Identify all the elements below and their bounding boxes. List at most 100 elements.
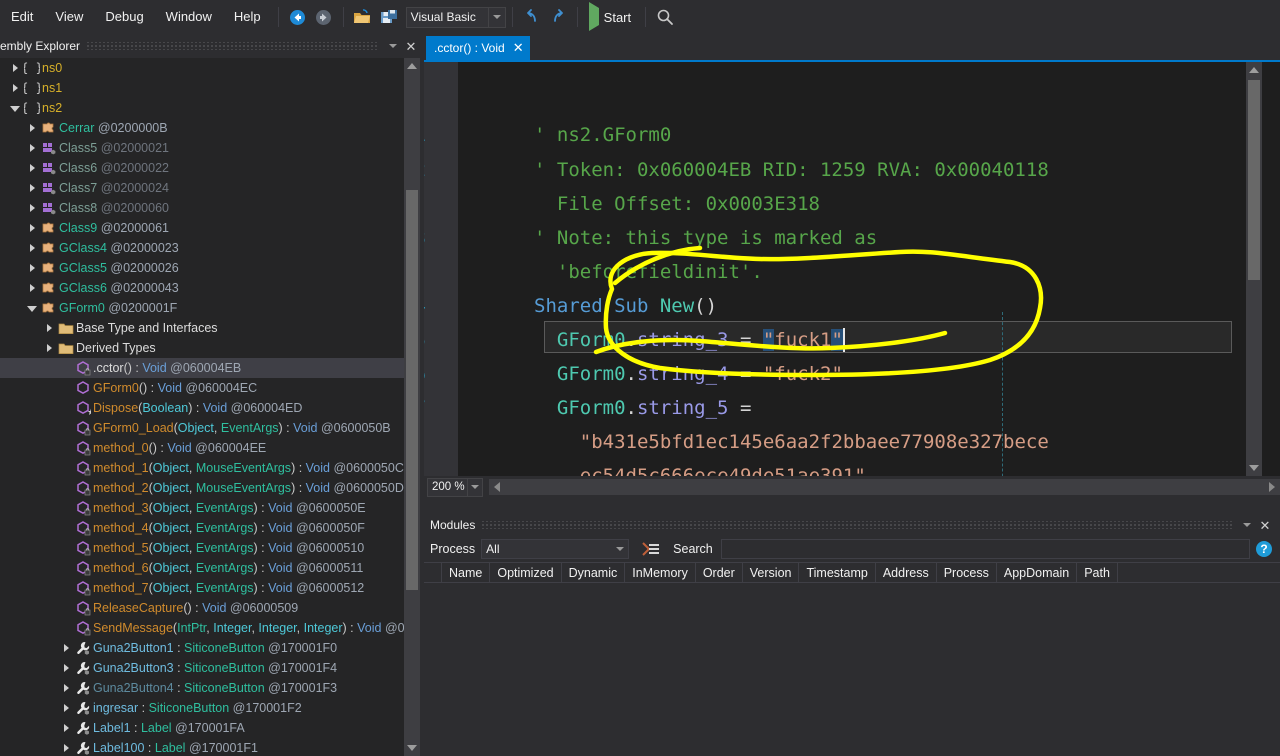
redo-icon[interactable] (545, 5, 571, 29)
tree-item[interactable]: { }ns1 (0, 78, 404, 98)
scroll-down-arrow-icon[interactable] (404, 740, 420, 756)
tree-item[interactable]: Class7 @02000024 (0, 178, 404, 198)
tree-item[interactable]: Label1 : Label @170001FA (0, 718, 404, 738)
tree-item[interactable]: SendMessage(IntPtr, Integer, Integer, In… (0, 618, 404, 638)
tree-item[interactable]: Class5 @02000021 (0, 138, 404, 158)
tree-item[interactable]: method_4(Object, EventArgs) : Void @0600… (0, 518, 404, 538)
column-header[interactable]: Path (1077, 563, 1118, 582)
expand-triangle-icon[interactable] (59, 644, 73, 652)
tab-cctor[interactable]: .cctor() : Void ✕ (426, 36, 530, 60)
language-combo[interactable]: Visual Basic (405, 6, 506, 28)
chevron-down-icon[interactable] (487, 7, 505, 27)
expand-triangle-icon[interactable] (25, 204, 39, 212)
tree-item[interactable]: method_3(Object, EventArgs) : Void @0600… (0, 498, 404, 518)
close-icon[interactable]: ✕ (513, 41, 524, 54)
assembly-tree[interactable]: { }ns0{ }ns1{ }ns2Cerrar @0200000BClass5… (0, 58, 404, 756)
expand-triangle-icon[interactable] (25, 284, 39, 292)
expand-triangle-icon[interactable] (59, 724, 73, 732)
scrollbar-thumb[interactable] (406, 190, 418, 590)
menu-item-window[interactable]: Window (155, 4, 223, 30)
tree-item[interactable]: Derived Types (0, 338, 404, 358)
tree-item[interactable]: GClass5 @02000026 (0, 258, 404, 278)
code-line[interactable]: GForm0. string_4 = "fuck2" (557, 357, 843, 391)
menu-item-debug[interactable]: Debug (94, 4, 154, 30)
tree-item[interactable]: ★Dispose(Boolean) : Void @060004ED (0, 398, 404, 418)
drag-grip[interactable] (86, 42, 378, 50)
forward-arrow-icon[interactable] (311, 5, 337, 29)
column-header[interactable]: Optimized (490, 563, 562, 582)
expand-triangle-icon[interactable] (25, 124, 39, 132)
tree-item[interactable]: GClass6 @02000043 (0, 278, 404, 298)
code-line[interactable]: GForm0. string_5 = (557, 391, 752, 425)
drag-grip[interactable] (481, 521, 1232, 529)
close-icon[interactable]: ✕ (1256, 516, 1274, 534)
chevron-down-icon[interactable] (384, 37, 402, 55)
expand-triangle-icon[interactable] (25, 224, 39, 232)
tree-item[interactable]: GForm0 @0200001F (0, 298, 404, 318)
show-modules-icon[interactable] (641, 541, 661, 557)
scroll-up-arrow-icon[interactable] (1246, 62, 1262, 78)
scroll-down-arrow-icon[interactable] (1246, 460, 1262, 476)
collapse-triangle-icon[interactable] (25, 304, 39, 312)
chevron-down-icon[interactable] (467, 478, 482, 496)
code-line[interactable]: "b431e5bfd1ec145e6aa2f2bbaee77908e327bec… (580, 425, 1049, 459)
column-header[interactable]: Dynamic (562, 563, 626, 582)
process-combo[interactable]: All (481, 539, 630, 559)
tree-item[interactable]: GClass4 @02000023 (0, 238, 404, 258)
collapse-triangle-icon[interactable] (8, 104, 22, 112)
column-header[interactable]: InMemory (625, 563, 696, 582)
undo-icon[interactable] (519, 5, 545, 29)
zoom-combo[interactable]: 200 % (427, 477, 483, 497)
search-input[interactable] (720, 539, 1250, 559)
expand-triangle-icon[interactable] (59, 684, 73, 692)
expand-triangle-icon[interactable] (59, 744, 73, 752)
column-header[interactable]: Process (937, 563, 997, 582)
menu-item-edit[interactable]: Edit (0, 4, 44, 30)
scrollbar-thumb[interactable] (1248, 80, 1260, 280)
save-all-icon[interactable] (376, 5, 402, 29)
help-icon[interactable]: ? (1256, 541, 1272, 557)
code-line[interactable]: File Offset: 0x0003E318 (557, 187, 820, 221)
code-line[interactable]: 'beforefieldinit'. (557, 255, 763, 289)
tree-item[interactable]: GForm0() : Void @060004EC (0, 378, 404, 398)
modules-grid-body[interactable] (424, 604, 1280, 756)
chevron-down-icon[interactable] (612, 540, 628, 558)
code-line[interactable]: Shared Sub New() (534, 289, 717, 323)
tree-item[interactable]: Class8 @02000060 (0, 198, 404, 218)
tree-item[interactable]: method_2(Object, MouseEventArgs) : Void … (0, 478, 404, 498)
menu-item-help[interactable]: Help (223, 4, 272, 30)
code-line[interactable]: ' Token: 0x060004EB RID: 1259 RVA: 0x000… (534, 153, 1049, 187)
tree-item[interactable]: method_1(Object, MouseEventArgs) : Void … (0, 458, 404, 478)
expand-triangle-icon[interactable] (25, 244, 39, 252)
close-icon[interactable]: ✕ (402, 37, 420, 55)
tree-item[interactable]: GForm0_Load(Object, EventArgs) : Void @0… (0, 418, 404, 438)
scroll-left-arrow-icon[interactable] (489, 479, 505, 495)
tree-item[interactable]: Base Type and Interfaces (0, 318, 404, 338)
tree-item[interactable]: method_0() : Void @060004EE (0, 438, 404, 458)
column-header[interactable]: Name (442, 563, 491, 582)
expand-triangle-icon[interactable] (25, 144, 39, 152)
tree-item[interactable]: Guna2Button4 : SiticoneButton @170001F3 (0, 678, 404, 698)
scroll-right-arrow-icon[interactable] (1264, 479, 1280, 495)
editor-vertical-scrollbar[interactable] (1246, 62, 1262, 476)
tree-item[interactable]: method_5(Object, EventArgs) : Void @0600… (0, 538, 404, 558)
editor-horizontal-scrollbar[interactable] (489, 479, 1280, 495)
expand-triangle-icon[interactable] (8, 84, 22, 92)
expand-triangle-icon[interactable] (8, 64, 22, 72)
start-button[interactable]: Start (584, 2, 639, 31)
column-header[interactable]: Timestamp (799, 563, 876, 582)
tree-item[interactable]: Class9 @02000061 (0, 218, 404, 238)
tree-item[interactable]: ingresar : SiticoneButton @170001F2 (0, 698, 404, 718)
tree-item[interactable]: ReleaseCapture() : Void @06000509 (0, 598, 404, 618)
menu-item-view[interactable]: View (44, 4, 94, 30)
tree-item[interactable]: Cerrar @0200000B (0, 118, 404, 138)
scroll-up-arrow-icon[interactable] (404, 58, 420, 74)
expand-triangle-icon[interactable] (25, 164, 39, 172)
open-folder-icon[interactable] (350, 5, 376, 29)
column-header[interactable]: Version (743, 563, 800, 582)
tree-vertical-scrollbar[interactable] (404, 58, 420, 756)
expand-triangle-icon[interactable] (42, 344, 56, 352)
column-header[interactable]: Order (696, 563, 743, 582)
tree-item[interactable]: { }ns0 (0, 58, 404, 78)
chevron-down-icon[interactable] (1238, 516, 1256, 534)
